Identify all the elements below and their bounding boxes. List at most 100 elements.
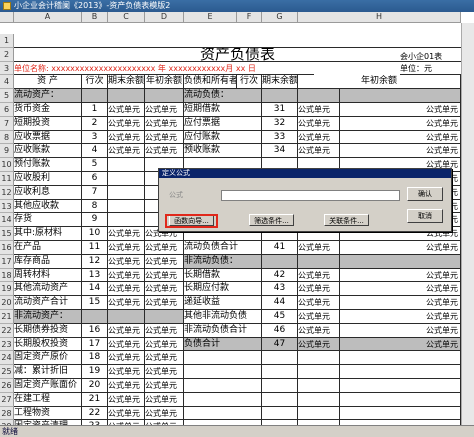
asset-line-no[interactable]: 9 — [82, 213, 108, 228]
asset-line-no[interactable]: 11 — [82, 241, 108, 255]
asset-begin-balance[interactable]: 公式单元 — [145, 282, 184, 297]
asset-end-balance[interactable] — [108, 158, 145, 172]
liability-line-no[interactable]: 43 — [262, 282, 298, 297]
asset-name[interactable]: 在建工程 — [14, 392, 82, 407]
row-header[interactable]: 11 — [0, 172, 14, 186]
row-header[interactable]: 1 — [0, 34, 14, 48]
row-header[interactable]: 28 — [0, 406, 14, 421]
liability-begin-balance[interactable] — [340, 392, 461, 407]
asset-end-balance[interactable]: 公式单元 — [108, 296, 145, 310]
asset-end-balance[interactable]: 公式单元 — [108, 392, 145, 407]
column-header[interactable]: A — [14, 12, 82, 23]
asset-line-no[interactable]: 10 — [82, 227, 108, 241]
asset-end-balance[interactable]: 公式单元 — [108, 268, 145, 283]
liability-name[interactable]: 应付账款 — [184, 130, 262, 145]
asset-begin-balance[interactable]: 公式单元 — [145, 406, 184, 421]
row-header[interactable]: 18 — [0, 268, 14, 283]
asset-begin-balance[interactable]: 公式单元 — [145, 365, 184, 379]
asset-end-balance[interactable]: 公式单元 — [108, 144, 145, 159]
asset-name[interactable]: 减：累计折旧 — [14, 365, 82, 379]
row-header[interactable]: 5 — [0, 89, 14, 103]
liability-line-no[interactable]: 42 — [262, 268, 298, 283]
asset-name[interactable]: 在产品 — [14, 241, 82, 255]
asset-line-no[interactable]: 12 — [82, 254, 108, 269]
liability-line-no[interactable] — [262, 379, 298, 393]
liability-name[interactable]: 流动负债： — [184, 89, 262, 103]
liability-begin-balance[interactable] — [340, 89, 461, 103]
liability-end-balance[interactable] — [298, 254, 340, 269]
asset-end-balance[interactable] — [108, 185, 145, 200]
asset-end-balance[interactable]: 公式单元 — [108, 282, 145, 297]
liability-name[interactable] — [184, 379, 262, 393]
asset-end-balance[interactable]: 公式单元 — [108, 227, 145, 241]
liability-name[interactable] — [184, 406, 262, 421]
row-header[interactable]: 8 — [0, 130, 14, 145]
vertical-scrollbar[interactable] — [461, 23, 474, 425]
liability-begin-balance[interactable]: 公式单元 — [340, 310, 461, 324]
row-header[interactable]: 17 — [0, 254, 14, 269]
asset-name[interactable]: 周转材料 — [14, 268, 82, 283]
asset-begin-balance[interactable] — [145, 310, 184, 324]
asset-begin-balance[interactable]: 公式单元 — [145, 268, 184, 283]
liability-end-balance[interactable]: 公式单元 — [298, 144, 340, 159]
liability-begin-balance[interactable] — [340, 406, 461, 421]
asset-name[interactable]: 长期股权投资 — [14, 337, 82, 352]
liability-line-no[interactable] — [262, 89, 298, 103]
row-header[interactable]: 13 — [0, 199, 14, 214]
asset-line-no[interactable]: 14 — [82, 282, 108, 297]
asset-line-no[interactable] — [82, 310, 108, 324]
liability-line-no[interactable]: 41 — [262, 241, 298, 255]
asset-name[interactable]: 货币资金 — [14, 103, 82, 117]
asset-end-balance[interactable]: 公式单元 — [108, 337, 145, 352]
liability-name[interactable]: 递延收益 — [184, 296, 262, 310]
asset-begin-balance[interactable]: 公式单元 — [145, 144, 184, 159]
asset-name[interactable]: 其他流动资产 — [14, 282, 82, 297]
liability-name[interactable]: 非流动负债合计 — [184, 323, 262, 338]
liability-end-balance[interactable]: 公式单元 — [298, 282, 340, 297]
liability-end-balance[interactable]: 公式单元 — [298, 241, 340, 255]
liability-end-balance[interactable]: 公式单元 — [298, 310, 340, 324]
liability-line-no[interactable]: 34 — [262, 144, 298, 159]
liability-begin-balance[interactable]: 公式单元 — [340, 337, 461, 352]
liability-line-no[interactable] — [262, 392, 298, 407]
row-header[interactable]: 4 — [0, 75, 14, 90]
row-header[interactable]: 24 — [0, 351, 14, 366]
asset-line-no[interactable]: 16 — [82, 323, 108, 338]
liability-name[interactable]: 预收账款 — [184, 144, 262, 159]
row-header[interactable]: 7 — [0, 116, 14, 131]
liability-line-no[interactable]: 47 — [262, 337, 298, 352]
liability-name[interactable]: 长期借款 — [184, 268, 262, 283]
asset-end-balance[interactable]: 公式单元 — [108, 365, 145, 379]
asset-line-no[interactable]: 20 — [82, 379, 108, 393]
row-header[interactable]: 20 — [0, 296, 14, 310]
column-header[interactable]: E — [184, 12, 237, 23]
row-header[interactable]: 16 — [0, 241, 14, 255]
asset-line-no[interactable]: 3 — [82, 130, 108, 145]
liability-name[interactable]: 应付票据 — [184, 116, 262, 131]
liability-name[interactable]: 其他非流动负债 — [184, 310, 262, 324]
filter-condition-button[interactable]: 筛选条件... — [249, 214, 294, 226]
asset-line-no[interactable]: 8 — [82, 199, 108, 214]
asset-end-balance[interactable]: 公式单元 — [108, 406, 145, 421]
asset-line-no[interactable]: 17 — [82, 337, 108, 352]
asset-end-balance[interactable] — [108, 310, 145, 324]
asset-end-balance[interactable]: 公式单元 — [108, 254, 145, 269]
asset-end-balance[interactable] — [108, 213, 145, 228]
asset-end-balance[interactable]: 公式单元 — [108, 116, 145, 131]
liability-end-balance[interactable] — [298, 351, 340, 366]
liability-begin-balance[interactable]: 公式单元 — [340, 130, 461, 145]
asset-name[interactable]: 流动资产合计 — [14, 296, 82, 310]
asset-name[interactable]: 短期投资 — [14, 116, 82, 131]
liability-end-balance[interactable]: 公式单元 — [298, 296, 340, 310]
asset-line-no[interactable]: 22 — [82, 406, 108, 421]
asset-begin-balance[interactable]: 公式单元 — [145, 116, 184, 131]
asset-begin-balance[interactable]: 公式单元 — [145, 130, 184, 145]
asset-line-no[interactable]: 19 — [82, 365, 108, 379]
ok-button[interactable]: 确认 — [407, 187, 443, 201]
row-header[interactable]: 25 — [0, 365, 14, 379]
asset-name[interactable]: 工程物资 — [14, 406, 82, 421]
liability-begin-balance[interactable]: 公式单元 — [340, 144, 461, 159]
liability-name[interactable]: 流动负债合计 — [184, 241, 262, 255]
liability-line-no[interactable]: 32 — [262, 116, 298, 131]
asset-name[interactable]: 固定资产账面价 — [14, 379, 82, 393]
